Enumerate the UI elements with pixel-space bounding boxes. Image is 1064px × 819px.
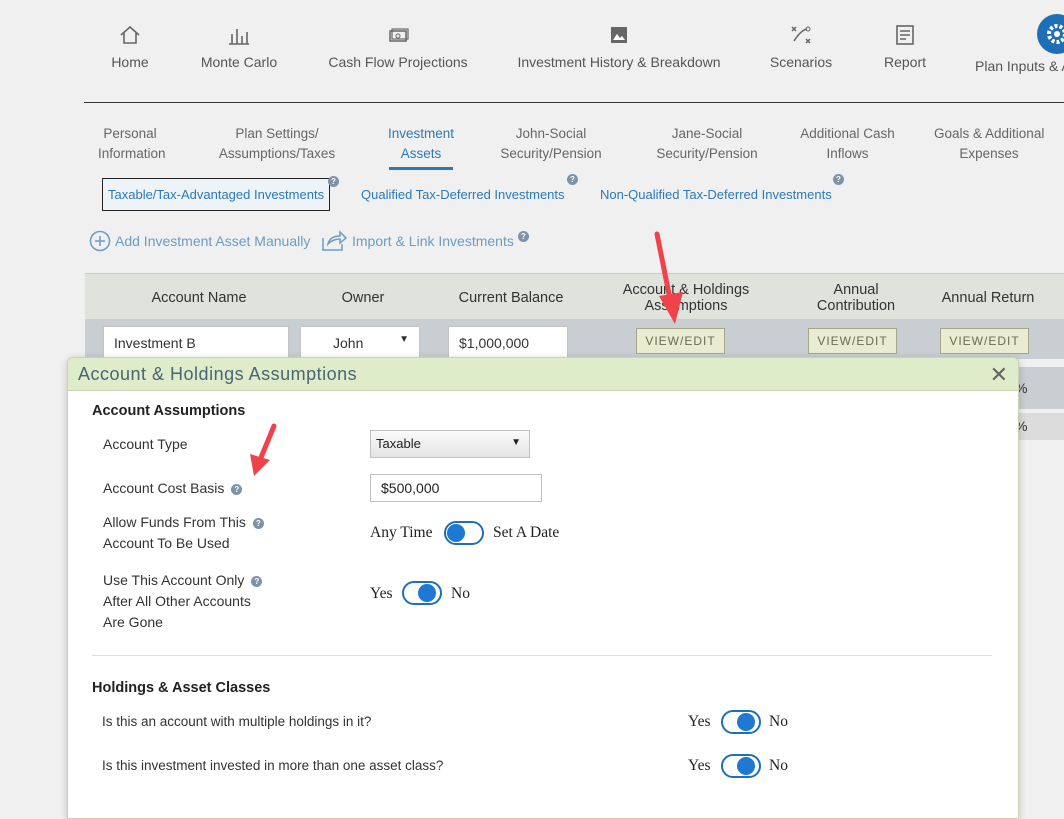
nav-divider bbox=[84, 102, 1064, 103]
nav-label: Scenarios bbox=[769, 54, 833, 70]
modal-header: Account & Holdings Assumptions ✕ bbox=[68, 358, 1018, 391]
help-icon[interactable]: ? bbox=[567, 174, 578, 185]
account-type-select[interactable]: Taxable ▼ bbox=[370, 430, 530, 458]
chevron-down-icon: ▼ bbox=[399, 334, 409, 345]
annotation-arrow-icon bbox=[654, 231, 683, 324]
help-icon[interactable]: ? bbox=[328, 176, 339, 187]
section-account-assumptions: Account Assumptions bbox=[92, 403, 246, 419]
nav-label: Report bbox=[883, 54, 927, 70]
nav-scenarios[interactable]: Scenarios bbox=[766, 20, 836, 70]
chevron-down-icon: ▼ bbox=[511, 437, 521, 448]
tab-jane-social-security[interactable]: Jane-Social Security/Pension bbox=[656, 124, 758, 164]
account-type-label: Account Type bbox=[103, 436, 188, 452]
bar-chart-icon bbox=[229, 29, 249, 45]
help-icon[interactable]: ? bbox=[517, 230, 529, 242]
tab-plan-settings[interactable]: Plan Settings/Assumptions/Taxes bbox=[218, 124, 336, 164]
help-icon[interactable]: ? bbox=[252, 517, 264, 529]
tab-non-qualified-tax-deferred[interactable]: Non-Qualified Tax-Deferred Investments bbox=[600, 187, 832, 202]
cost-basis-input[interactable]: $500,000 bbox=[370, 474, 542, 502]
multi-holdings-no: No bbox=[769, 713, 788, 730]
nav-label: Cash Flow Projections bbox=[328, 54, 468, 70]
view-edit-return-button[interactable]: VIEW/EDIT bbox=[940, 328, 1029, 354]
nav-monte-carlo[interactable]: Monte Carlo bbox=[199, 20, 279, 70]
image-icon bbox=[611, 27, 627, 43]
strategy-icon bbox=[791, 26, 811, 44]
multi-holdings-toggle[interactable] bbox=[721, 710, 761, 734]
import-link-investments-link[interactable]: Import & Link Investments ? bbox=[320, 230, 529, 252]
nav-label: Investment History & Breakdown bbox=[517, 54, 721, 70]
tab-taxable-investments[interactable]: Taxable/Tax-Advantaged Investments bbox=[102, 178, 331, 211]
any-time-option: Any Time bbox=[370, 524, 433, 541]
owner-select[interactable]: John ▼ bbox=[300, 326, 420, 358]
tab-investment-assets[interactable]: Investment Assets bbox=[386, 124, 456, 164]
add-investment-manually-link[interactable]: Add Investment Asset Manually bbox=[89, 230, 310, 252]
nav-home[interactable]: Home bbox=[110, 20, 150, 70]
view-edit-contribution-button[interactable]: VIEW/EDIT bbox=[808, 328, 897, 354]
multi-asset-yes: Yes bbox=[688, 757, 711, 774]
nav-label: Monte Carlo bbox=[200, 54, 278, 70]
multi-asset-label: Is this investment invested in more than… bbox=[102, 758, 444, 773]
account-name-input[interactable]: Investment B bbox=[103, 326, 289, 358]
gear-icon[interactable] bbox=[1037, 14, 1064, 54]
column-annual-return: Annual Return bbox=[941, 290, 1035, 306]
section-divider bbox=[92, 655, 992, 656]
cost-basis-label: Account Cost Basis ? bbox=[103, 478, 243, 499]
plus-circle-icon bbox=[89, 230, 111, 252]
nav-cash-flow[interactable]: Cash Flow Projections bbox=[326, 20, 470, 70]
multi-holdings-yes: Yes bbox=[688, 713, 711, 730]
nav-label: Home bbox=[111, 54, 149, 70]
set-a-date-option: Set A Date bbox=[493, 524, 560, 541]
column-owner: Owner bbox=[341, 290, 385, 306]
home-icon bbox=[120, 25, 140, 44]
column-annual-contribution: Annual Contribution bbox=[816, 282, 896, 314]
use-last-no: No bbox=[451, 585, 470, 602]
allow-funds-toggle[interactable] bbox=[444, 521, 484, 545]
close-icon[interactable]: ✕ bbox=[990, 362, 1008, 388]
multi-asset-toggle[interactable] bbox=[721, 754, 761, 778]
account-holdings-modal: Account & Holdings Assumptions ✕ Account… bbox=[67, 357, 1019, 819]
multi-holdings-label: Is this an account with multiple holding… bbox=[102, 714, 372, 729]
column-account-name: Account Name bbox=[151, 290, 247, 306]
modal-title: Account & Holdings Assumptions bbox=[78, 364, 358, 384]
help-icon[interactable]: ? bbox=[833, 174, 844, 185]
nav-report[interactable]: Report bbox=[880, 20, 930, 70]
annotation-arrow-icon bbox=[250, 423, 277, 476]
use-last-toggle[interactable] bbox=[402, 581, 442, 605]
report-icon bbox=[896, 25, 914, 45]
use-last-label: Use This Account Only ? After All Other … bbox=[103, 570, 263, 633]
nav-label: Plan Inputs & A bbox=[975, 58, 1064, 74]
nav-investment-history[interactable]: Investment History & Breakdown bbox=[516, 20, 722, 70]
column-current-balance: Current Balance bbox=[458, 290, 564, 306]
tab-personal-information[interactable]: Personal Information bbox=[98, 124, 166, 164]
tab-qualified-tax-deferred[interactable]: Qualified Tax-Deferred Investments bbox=[361, 187, 565, 202]
current-balance-input[interactable]: $1,000,000 bbox=[448, 326, 568, 358]
allow-funds-label: Allow Funds From This ? Account To Be Us… bbox=[103, 512, 264, 554]
share-icon bbox=[322, 230, 348, 251]
use-last-yes: Yes bbox=[370, 585, 393, 602]
tab-goals-expenses[interactable]: Goals & Additional Expenses bbox=[934, 124, 1044, 164]
tab-additional-cash-inflows[interactable]: Additional Cash Inflows bbox=[800, 124, 895, 164]
cash-icon bbox=[389, 28, 409, 42]
help-icon[interactable]: ? bbox=[251, 575, 263, 587]
view-edit-holdings-button[interactable]: VIEW/EDIT bbox=[636, 328, 725, 354]
help-icon[interactable]: ? bbox=[231, 483, 243, 495]
active-tab-underline bbox=[389, 167, 453, 170]
nav-plan-inputs[interactable]: Plan Inputs & A bbox=[975, 58, 1064, 74]
tab-john-social-security[interactable]: John-Social Security/Pension bbox=[500, 124, 602, 164]
multi-asset-no: No bbox=[769, 757, 788, 774]
section-holdings-asset-classes: Holdings & Asset Classes bbox=[92, 680, 271, 696]
